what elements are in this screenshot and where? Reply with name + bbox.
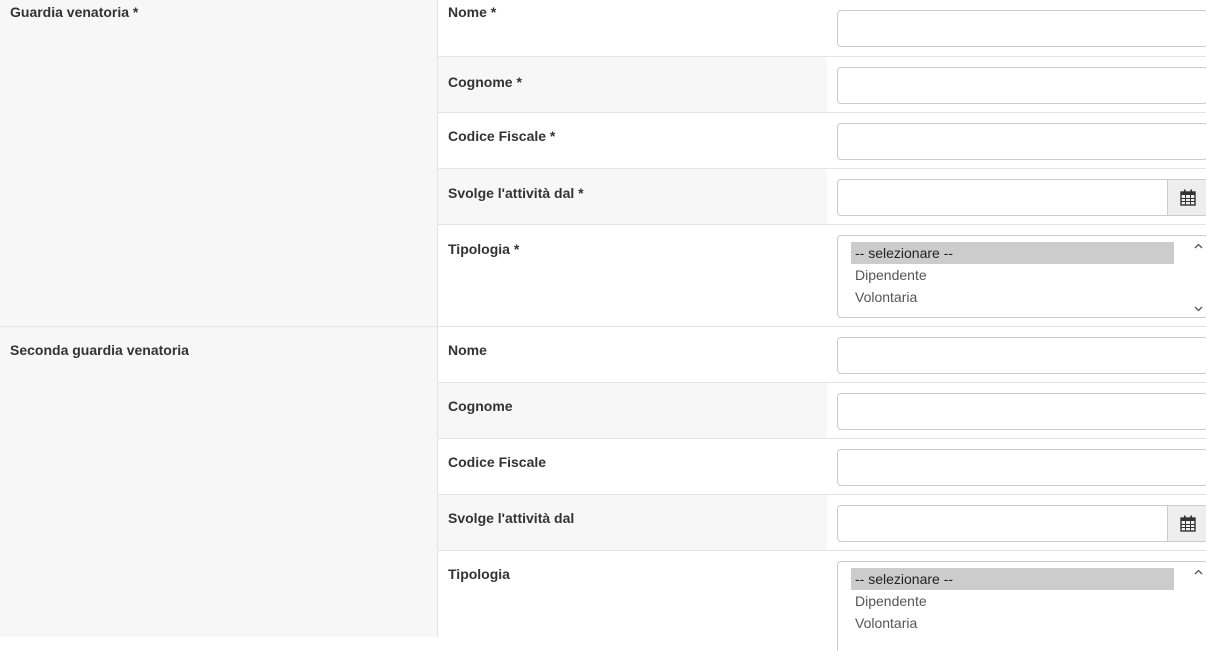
- codice-fiscale-input[interactable]: [837, 123, 1206, 160]
- date-picker-button[interactable]: [1167, 506, 1206, 541]
- cognome-input[interactable]: [837, 67, 1206, 104]
- nome-input[interactable]: [837, 10, 1206, 47]
- select-option[interactable]: Volontaria: [851, 612, 1174, 634]
- cognome-input[interactable]: [837, 393, 1206, 430]
- field-label-cell: Svolge l'attività dal: [438, 495, 827, 550]
- tipologia-select[interactable]: -- selezionare -- Dipendente Volontaria: [837, 561, 1206, 651]
- select-option[interactable]: Volontaria: [851, 286, 1174, 308]
- field-label-cell: Nome *: [438, 0, 827, 56]
- field-row-data-attivita: Svolge l'attività dal: [438, 495, 1206, 551]
- field-row-codice-fiscale: Codice Fiscale *: [438, 113, 1206, 169]
- field-label: Tipologia: [448, 566, 510, 582]
- field-label-cell: Codice Fiscale: [438, 439, 827, 494]
- field-row-cognome: Cognome *: [438, 57, 1206, 113]
- group-label: Seconda guardia venatoria: [10, 342, 189, 358]
- calendar-icon: [1179, 515, 1196, 532]
- chevron-up-icon[interactable]: [1192, 566, 1204, 578]
- field-label: Tipologia *: [448, 241, 520, 257]
- field-row-tipologia: Tipologia * -- selezionare -- Dipendente…: [438, 225, 1206, 326]
- field-row-tipologia: Tipologia -- selezionare -- Dipendente V…: [438, 551, 1206, 651]
- field-label-cell: Nome: [438, 327, 827, 382]
- group-label-cell: Guardia venatoria *: [0, 0, 438, 326]
- form-group-guardia-venatoria: Guardia venatoria * Nome * Cognome * Cod…: [0, 0, 1206, 326]
- field-row-data-attivita: Svolge l'attività dal *: [438, 169, 1206, 225]
- data-attivita-input[interactable]: [837, 505, 1206, 542]
- chevron-down-icon[interactable]: [1192, 303, 1204, 315]
- select-option[interactable]: Dipendente: [851, 264, 1174, 286]
- date-picker-button[interactable]: [1167, 180, 1206, 215]
- field-label: Cognome *: [448, 74, 522, 90]
- field-label-cell: Cognome: [438, 383, 827, 438]
- field-label: Nome: [448, 342, 487, 358]
- form-group-seconda-guardia-venatoria: Seconda guardia venatoria Nome Cognome C…: [0, 327, 1206, 651]
- field-label: Svolge l'attività dal: [448, 510, 575, 526]
- field-label-cell: Svolge l'attività dal *: [438, 169, 827, 224]
- field-label-cell: Codice Fiscale *: [438, 113, 827, 168]
- field-row-nome: Nome *: [438, 0, 1206, 57]
- field-label-cell: Cognome *: [438, 57, 827, 112]
- field-label: Svolge l'attività dal *: [448, 185, 584, 201]
- data-attivita-input[interactable]: [837, 179, 1206, 216]
- field-label-cell: Tipologia: [438, 551, 827, 637]
- field-label: Codice Fiscale: [448, 454, 547, 470]
- field-row-cognome: Cognome: [438, 383, 1206, 439]
- calendar-icon: [1179, 189, 1196, 206]
- field-label: Cognome: [448, 398, 513, 414]
- field-row-codice-fiscale: Codice Fiscale: [438, 439, 1206, 495]
- group-label: Guardia venatoria *: [10, 4, 139, 20]
- group-label-cell: Seconda guardia venatoria: [0, 327, 438, 637]
- tipologia-select[interactable]: -- selezionare -- Dipendente Volontaria: [837, 235, 1206, 318]
- field-row-nome: Nome: [438, 327, 1206, 383]
- nome-input[interactable]: [837, 337, 1206, 374]
- select-option[interactable]: Dipendente: [851, 590, 1174, 612]
- chevron-up-icon[interactable]: [1192, 240, 1204, 252]
- field-label: Nome *: [448, 4, 497, 20]
- field-label: Codice Fiscale *: [448, 128, 556, 144]
- codice-fiscale-input[interactable]: [837, 449, 1206, 486]
- select-option[interactable]: -- selezionare --: [851, 242, 1174, 264]
- field-label-cell: Tipologia *: [438, 225, 827, 326]
- select-option[interactable]: -- selezionare --: [851, 568, 1174, 590]
